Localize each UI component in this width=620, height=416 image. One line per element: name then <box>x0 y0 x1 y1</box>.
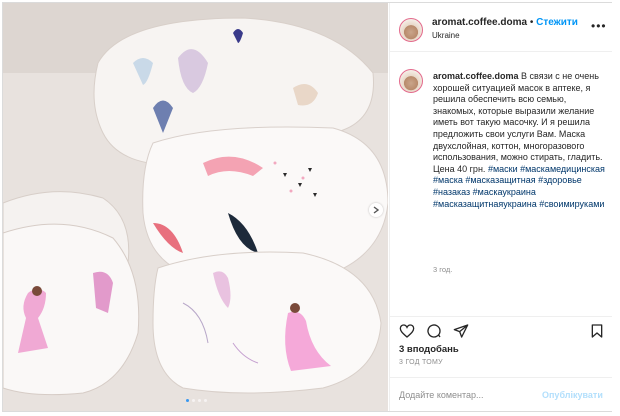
comment-input[interactable]: Додайте коментар... <box>399 390 484 400</box>
comment-bar: Додайте коментар... Опублікувати <box>390 377 612 412</box>
screenshot-frame: aromat.coffee.doma • Стежити Ukraine •••… <box>0 0 620 416</box>
heart-icon[interactable] <box>399 323 415 339</box>
post-comment-button[interactable]: Опублікувати <box>542 390 603 400</box>
action-bar <box>390 316 612 341</box>
header-username-line: aromat.coffee.doma • Стежити <box>432 17 578 28</box>
masks-photo <box>3 3 388 411</box>
carousel-next-button[interactable] <box>369 203 383 217</box>
follow-button[interactable]: Стежити <box>536 17 578 28</box>
post-header: aromat.coffee.doma • Стежити Ukraine ••• <box>390 3 612 52</box>
likes-count[interactable]: 3 вподобань <box>399 344 459 355</box>
carousel-dot <box>192 399 195 402</box>
post-timestamp[interactable]: 3 ГОД ТОМУ <box>399 359 443 366</box>
carousel-dot <box>204 399 207 402</box>
separator-dot: • <box>529 17 534 28</box>
caption-text: aromat.coffee.doma В связи с не очень хо… <box>433 71 611 210</box>
caption-body: В связи с не очень хорошей ситуацией мас… <box>433 71 603 174</box>
post-sidebar: aromat.coffee.doma • Стежити Ukraine •••… <box>389 3 612 411</box>
comment-icon[interactable] <box>426 323 442 339</box>
chevron-right-icon <box>373 206 379 214</box>
username-link[interactable]: aromat.coffee.doma <box>432 17 527 28</box>
avatar[interactable] <box>399 69 423 93</box>
caption-username-link[interactable]: aromat.coffee.doma <box>433 71 519 81</box>
caption-age: 3 год. <box>433 265 453 274</box>
more-icon[interactable]: ••• <box>591 19 607 33</box>
location-link[interactable]: Ukraine <box>432 31 460 40</box>
carousel-dot <box>198 399 201 402</box>
share-icon[interactable] <box>453 323 469 339</box>
post-photo <box>3 3 388 411</box>
bookmark-icon[interactable] <box>589 323 605 339</box>
carousel-dot <box>186 399 189 402</box>
carousel-dots <box>186 399 207 402</box>
avatar[interactable] <box>399 18 423 42</box>
